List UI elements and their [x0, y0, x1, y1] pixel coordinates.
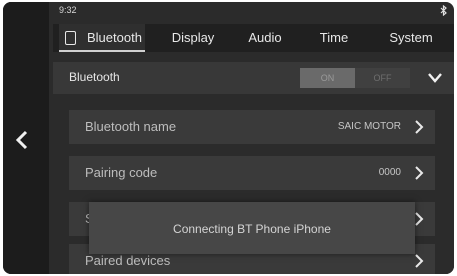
screen: 9:32 Bluetooth Display Audio Time System…	[3, 2, 454, 274]
tab-display[interactable]: Display	[165, 24, 221, 52]
tab-bluetooth[interactable]: Bluetooth	[59, 24, 145, 52]
tab-bar: Bluetooth Display Audio Time System	[53, 24, 454, 52]
chevron-right-icon	[415, 166, 424, 180]
list-item-pairing-code[interactable]: Pairing code 0000	[69, 156, 435, 190]
chevron-right-icon	[415, 254, 424, 268]
chevron-left-icon	[15, 130, 28, 150]
list-item-bluetooth-name[interactable]: Bluetooth name SAIC MOTOR	[69, 110, 435, 144]
list-item-label: Pairing code	[85, 165, 158, 180]
tab-audio[interactable]: Audio	[241, 24, 289, 52]
list-item-label: Paired devices	[85, 253, 171, 268]
list-item-label: Bluetooth name	[85, 119, 177, 134]
header-title: Bluetooth	[69, 70, 120, 84]
list-item-value: 0000	[378, 167, 401, 178]
tab-bluetooth-label: Bluetooth	[87, 30, 142, 45]
bluetooth-tab-icon	[65, 31, 76, 45]
chevron-down-icon[interactable]	[426, 70, 444, 86]
back-button[interactable]	[12, 127, 32, 153]
bluetooth-icon	[440, 5, 447, 16]
toast-text: Connecting BT Phone iPhone	[173, 222, 331, 236]
bluetooth-header: Bluetooth ON OFF	[53, 62, 454, 94]
toggle-on[interactable]: ON	[300, 68, 355, 88]
connecting-toast: Connecting BT Phone iPhone	[89, 202, 415, 254]
bluetooth-toggle[interactable]: ON OFF	[300, 68, 410, 88]
list-item-value: SAIC MOTOR	[337, 121, 401, 132]
status-time: 9:32	[59, 5, 77, 15]
tab-system[interactable]: System	[381, 24, 441, 52]
toggle-off[interactable]: OFF	[355, 68, 410, 88]
left-panel	[3, 2, 49, 274]
tab-time[interactable]: Time	[313, 24, 355, 52]
chevron-right-icon	[415, 120, 424, 134]
